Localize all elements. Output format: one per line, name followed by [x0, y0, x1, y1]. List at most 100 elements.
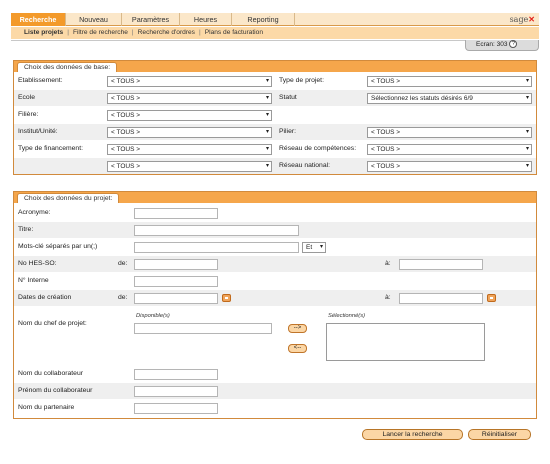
- label-titre: Titre:: [18, 226, 34, 233]
- label-collaborateur-nom: Nom du collaborateur: [18, 370, 83, 377]
- partenaire-input[interactable]: [134, 403, 218, 414]
- dropdown-arrow-icon: ▾: [265, 163, 269, 169]
- select-reseau-national[interactable]: < TOUS > ▾: [367, 161, 532, 172]
- subnav-filtre[interactable]: Filtre de recherche: [73, 29, 128, 36]
- dropdown-arrow-icon: ▾: [525, 146, 529, 152]
- label-dates-creation: Dates de création: [18, 294, 72, 301]
- collaborateur-prenom-input[interactable]: [134, 386, 218, 397]
- form-row: < TOUS > ▾ Réseau national: < TOUS > ▾: [14, 158, 536, 174]
- acronyme-input[interactable]: [134, 208, 218, 219]
- select-ecole[interactable]: < TOUS > ▾: [107, 93, 272, 104]
- form-row: Acronyme:: [14, 205, 536, 221]
- label-mots-cles: Mots-clé séparés par un(;): [18, 243, 98, 250]
- tab-parametres[interactable]: Paramètres: [122, 13, 180, 26]
- tab-reporting[interactable]: Reporting: [232, 13, 295, 26]
- select-institut[interactable]: < TOUS > ▾: [107, 127, 272, 138]
- select-statut[interactable]: Sélectionnez les statuts désirés 6/9 ▾: [367, 93, 532, 104]
- label-financement: Type de financement:: [18, 145, 83, 152]
- project-data-panel: Choix des données du projet: Acronyme: T…: [13, 191, 537, 419]
- label-reseau-competences: Réseau de compétences:: [279, 145, 357, 152]
- panel-title: Choix des données du projet:: [17, 193, 120, 203]
- titre-input[interactable]: [134, 225, 299, 236]
- panel-title: Choix des données de base:: [17, 62, 118, 72]
- dropdown-arrow-icon: ▾: [265, 78, 269, 84]
- base-data-panel: Choix des données de base: Etablissement…: [13, 60, 537, 175]
- label-pilier: Pilier:: [279, 128, 296, 135]
- form-row: Prénom du collaborateur: [14, 383, 536, 399]
- label-no-hes-so: No HES-SO:: [18, 260, 57, 267]
- selected-list[interactable]: [326, 323, 485, 361]
- label-a: à:: [385, 294, 391, 301]
- no-hes-from-input[interactable]: [134, 259, 218, 270]
- label-reseau-national: Réseau national:: [279, 162, 331, 169]
- date-from-input[interactable]: [134, 293, 218, 304]
- label-statut: Statut: [279, 94, 297, 101]
- subnav-plans-facturation[interactable]: Plans de facturation: [205, 29, 263, 36]
- mots-cles-input[interactable]: [134, 242, 299, 253]
- label-de: de:: [118, 294, 128, 301]
- select-financement-2[interactable]: < TOUS > ▾: [107, 161, 272, 172]
- select-pilier[interactable]: < TOUS > ▾: [367, 127, 532, 138]
- label-chef-projet: Nom du chef de projet:: [18, 320, 87, 327]
- label-filiere: Filière:: [18, 111, 39, 118]
- form-row: Institut/Unité: < TOUS > ▾ Pilier: < TOUS…: [14, 124, 536, 140]
- dropdown-arrow-icon: ▾: [265, 129, 269, 135]
- top-navigation: Recherche Nouveau Paramètres Heures Repo…: [11, 13, 539, 26]
- panel-header: Choix des données du projet:: [14, 192, 536, 203]
- label-type-projet: Type de projet:: [279, 77, 324, 84]
- collaborateur-nom-input[interactable]: [134, 369, 218, 380]
- no-hes-to-input[interactable]: [399, 259, 483, 270]
- divider: [11, 40, 539, 41]
- sage-x-icon: ✕: [528, 14, 535, 24]
- form-row: Etablissement: < TOUS > ▾ Type de projet:…: [14, 73, 536, 89]
- dropdown-arrow-icon: ▾: [265, 95, 269, 101]
- dropdown-arrow-icon: ▾: [525, 163, 529, 169]
- form-row: No HES-SO: de: à:: [14, 256, 536, 272]
- label-no-interne: N° Interne: [18, 277, 49, 284]
- calendar-icon[interactable]: [487, 294, 496, 302]
- dropdown-arrow-icon: ▾: [525, 95, 529, 101]
- dropdown-arrow-icon: ▾: [265, 146, 269, 152]
- label-partenaire: Nom du partenaire: [18, 404, 75, 411]
- label-ecole: Ecole: [18, 94, 36, 101]
- reset-button[interactable]: Réinitialiser: [468, 429, 531, 440]
- label-acronyme: Acronyme:: [18, 209, 51, 216]
- tab-recherche[interactable]: Recherche: [11, 13, 66, 26]
- search-button[interactable]: Lancer la recherche: [362, 429, 463, 440]
- select-reseau-competences[interactable]: < TOUS > ▾: [367, 144, 532, 155]
- form-row: N° Interne: [14, 273, 536, 289]
- select-filiere[interactable]: < TOUS > ▾: [107, 110, 272, 121]
- label-a: à:: [385, 260, 391, 267]
- form-row: Titre:: [14, 222, 536, 238]
- form-row: Filière: < TOUS > ▾: [14, 107, 536, 123]
- add-button[interactable]: -->: [288, 324, 307, 333]
- form-row: Dates de création de: à:: [14, 290, 536, 306]
- available-list[interactable]: [134, 323, 272, 334]
- subnav-recherche-ordres[interactable]: Recherche d'ordres: [138, 29, 195, 36]
- form-row: Nom du partenaire: [14, 400, 536, 416]
- label-disponible: Disponible(s): [136, 313, 170, 319]
- sub-navigation: Liste projets | Filtre de recherche | Recher…: [11, 27, 539, 39]
- select-operator[interactable]: Et ▾: [302, 242, 326, 253]
- label-de: de:: [118, 260, 128, 267]
- dropdown-arrow-icon: ▾: [319, 244, 323, 250]
- label-etablissement: Etablissement:: [18, 77, 63, 84]
- tab-heures[interactable]: Heures: [180, 13, 232, 26]
- sage-logo: sage✕: [509, 14, 535, 24]
- screen-id-badge: Ecran: 303?: [465, 40, 539, 51]
- label-institut: Institut/Unité:: [18, 128, 58, 135]
- remove-button[interactable]: <--: [288, 344, 307, 353]
- subnav-liste-projets[interactable]: Liste projets: [24, 29, 63, 36]
- dropdown-arrow-icon: ▾: [525, 78, 529, 84]
- select-financement[interactable]: < TOUS > ▾: [107, 144, 272, 155]
- no-interne-input[interactable]: [134, 276, 218, 287]
- help-icon[interactable]: ?: [509, 40, 518, 49]
- label-selectionne: Sélectionné(s): [328, 313, 366, 319]
- select-type-projet[interactable]: < TOUS > ▾: [367, 76, 532, 87]
- calendar-icon[interactable]: [222, 294, 231, 302]
- tab-nouveau[interactable]: Nouveau: [66, 13, 122, 26]
- dropdown-arrow-icon: ▾: [525, 129, 529, 135]
- select-etablissement[interactable]: < TOUS > ▾: [107, 76, 272, 87]
- date-to-input[interactable]: [399, 293, 483, 304]
- panel-header: Choix des données de base:: [14, 61, 536, 72]
